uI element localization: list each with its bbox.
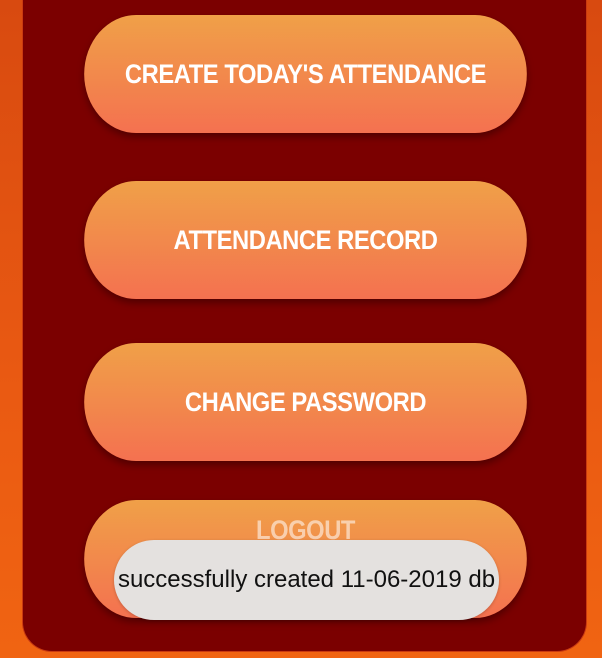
toast-notification: successfully created 11-06-2019 db	[114, 540, 499, 620]
change-password-button[interactable]: CHANGE PASSWORD	[84, 343, 527, 461]
toast-message: successfully created 11-06-2019 db	[117, 566, 496, 593]
app-screen: CREATE TODAY'S ATTENDANCE ATTENDANCE REC…	[0, 0, 602, 658]
create-attendance-label: CREATE TODAY'S ATTENDANCE	[124, 58, 487, 89]
attendance-record-label: ATTENDANCE RECORD	[173, 224, 438, 255]
attendance-record-button[interactable]: ATTENDANCE RECORD	[84, 181, 527, 299]
change-password-label: CHANGE PASSWORD	[184, 386, 427, 417]
create-attendance-button[interactable]: CREATE TODAY'S ATTENDANCE	[84, 15, 527, 133]
